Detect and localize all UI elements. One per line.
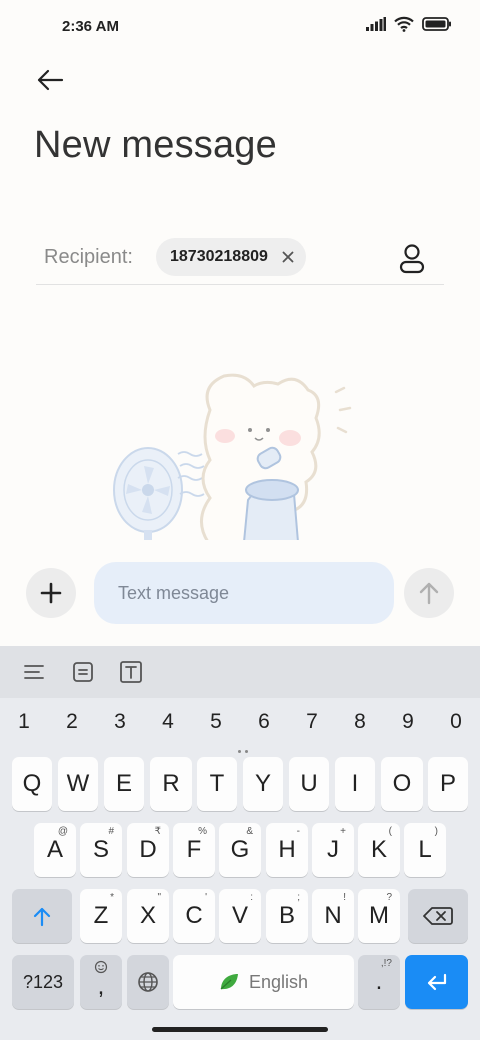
emoji-icon — [94, 960, 108, 974]
key-f[interactable]: % F — [173, 823, 215, 877]
key-6[interactable]: 6 — [244, 710, 284, 734]
enter-icon — [427, 973, 446, 991]
status-bar: 2:36 AM — [0, 0, 480, 56]
key-9[interactable]: 9 — [388, 710, 428, 734]
key-u[interactable]: U — [289, 757, 329, 811]
key-q[interactable]: Q — [12, 757, 52, 811]
symbols-key[interactable]: ?123 — [12, 955, 74, 1009]
close-icon[interactable] — [280, 249, 296, 265]
key-2[interactable]: 2 — [52, 710, 92, 734]
key-7[interactable]: 7 — [292, 710, 332, 734]
home-indicator[interactable] — [152, 1027, 328, 1032]
arrow-left-icon — [37, 69, 64, 91]
key-c[interactable]: ' C — [173, 889, 215, 943]
key-l[interactable]: ) L — [404, 823, 446, 877]
key-b[interactable]: ; B — [266, 889, 308, 943]
status-time: 2:36 AM — [62, 18, 119, 35]
key-z[interactable]: * Z — [80, 889, 122, 943]
space-key[interactable]: English — [173, 955, 354, 1009]
key-p[interactable]: P — [428, 757, 468, 811]
recipient-chip[interactable]: 18730218809 — [156, 238, 306, 276]
recipient-label: Recipient: — [44, 246, 133, 268]
key-k[interactable]: (K — [358, 823, 400, 877]
globe-icon — [138, 972, 158, 992]
keyboard: 1 2 3 4 5 6 7 8 9 0 Q W E R T Y U I O P … — [0, 646, 480, 1040]
key-a[interactable]: @ A — [34, 823, 76, 877]
key-g[interactable]: & G — [219, 823, 261, 877]
space-key-label: English — [248, 971, 309, 992]
leaf-icon — [220, 974, 238, 990]
backspace-key[interactable] — [408, 889, 468, 943]
key-x[interactable]: " X — [127, 889, 169, 943]
person-icon — [399, 244, 425, 274]
key-0[interactable]: 0 — [436, 710, 476, 734]
key-o[interactable]: O — [381, 757, 423, 811]
shift-arrow-icon — [33, 907, 51, 927]
key-1[interactable]: 1 — [4, 710, 44, 734]
language-key[interactable] — [127, 955, 169, 1009]
key-d[interactable]: ₹ D — [127, 823, 169, 877]
key-m[interactable]: ? M — [358, 889, 400, 943]
recipient-chip-number: 18730218809 — [170, 248, 268, 265]
keyboard-toolbar — [0, 646, 480, 698]
text-message-input[interactable] — [94, 562, 394, 624]
send-button[interactable] — [404, 568, 454, 618]
backspace-icon — [423, 907, 453, 925]
clipboard-icon[interactable] — [71, 660, 95, 684]
battery-icon — [422, 17, 451, 31]
comma-key[interactable]: , — [80, 955, 122, 1009]
key-j[interactable]: + J — [312, 823, 354, 877]
key-r[interactable]: R — [150, 757, 192, 811]
signal-icon — [366, 17, 386, 31]
page-title: New message — [34, 124, 277, 166]
key-n[interactable]: ! N — [312, 889, 354, 943]
compose-bar — [0, 540, 480, 646]
text-format-icon[interactable] — [119, 660, 143, 684]
enter-key[interactable] — [405, 955, 468, 1009]
contact-picker-button[interactable] — [396, 240, 428, 276]
period-key[interactable]: ,!? . — [358, 955, 400, 1009]
status-icons — [366, 16, 452, 32]
key-h[interactable]: -H — [266, 823, 308, 877]
key-3[interactable]: 3 — [100, 710, 140, 734]
recipient-row: Recipient: 18730218809 — [36, 232, 444, 285]
wifi-icon — [394, 16, 414, 32]
background-illustration — [100, 370, 360, 542]
page-dots — [238, 740, 252, 753]
key-y[interactable]: Y — [243, 757, 283, 811]
bear-with-fan-illustration — [113, 373, 352, 542]
key-8[interactable]: 8 — [340, 710, 380, 734]
menu-lines-icon[interactable] — [22, 660, 46, 684]
back-button[interactable] — [30, 62, 70, 98]
plus-icon — [40, 582, 62, 604]
shift-key[interactable] — [12, 889, 72, 943]
key-s[interactable]: # S — [80, 823, 122, 877]
add-attachment-button[interactable] — [26, 568, 76, 618]
number-row: 1 2 3 4 5 6 7 8 9 0 — [0, 698, 480, 753]
key-5[interactable]: 5 — [196, 710, 236, 734]
key-4[interactable]: 4 — [148, 710, 188, 734]
key-t[interactable]: T — [197, 757, 237, 811]
key-w[interactable]: W — [58, 757, 98, 811]
key-i[interactable]: I — [335, 757, 375, 811]
arrow-up-icon — [419, 582, 439, 605]
key-e[interactable]: E — [104, 757, 144, 811]
key-v[interactable]: :V — [219, 889, 261, 943]
